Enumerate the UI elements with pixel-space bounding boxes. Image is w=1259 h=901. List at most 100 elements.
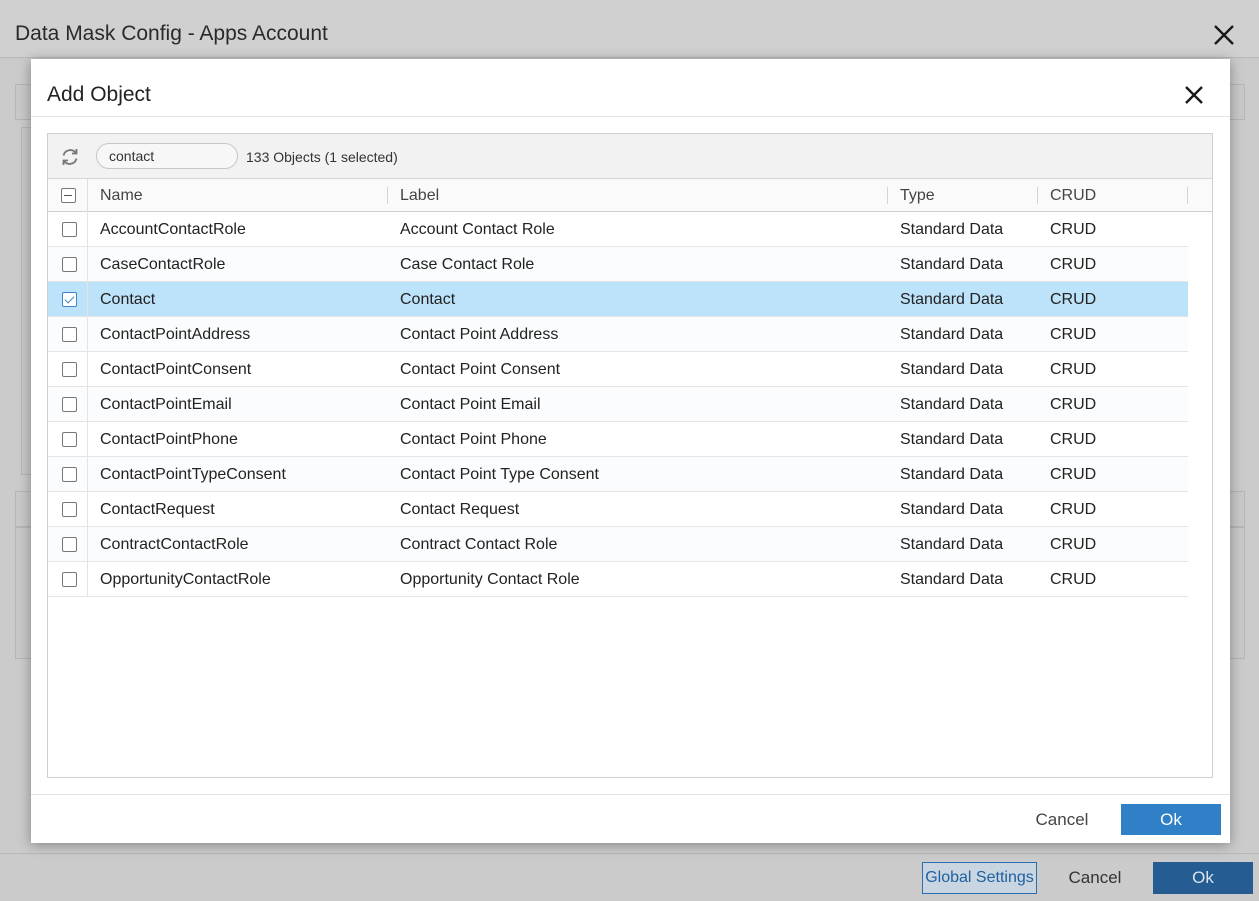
table-row[interactable]: ContactPointEmail Contact Point Email Stan… [48, 387, 1188, 422]
cell-label: Contract Contact Role [400, 536, 558, 553]
cell-type: Standard Data [900, 256, 1004, 273]
cell-divider [87, 352, 88, 386]
cell-label: Opportunity Contact Role [400, 571, 580, 588]
table-row[interactable]: ContactPointAddress Contact Point Address… [48, 317, 1188, 352]
table-row[interactable]: ContactRequest Contact Request Standard Da… [48, 492, 1188, 527]
cell-name: AccountContactRole [100, 221, 246, 238]
table-body: AccountContactRole Account Contact Role St… [48, 212, 1188, 597]
cell-name: ContactRequest [100, 501, 215, 518]
cell-crud: CRUD [1050, 221, 1097, 238]
dialog-header: Add Object [31, 59, 1230, 117]
cell-label: Contact Point Phone [400, 431, 547, 448]
cell-crud: CRUD [1050, 501, 1097, 518]
cell-divider [87, 212, 88, 246]
cell-type: Standard Data [900, 221, 1004, 238]
cell-crud: CRUD [1050, 431, 1097, 448]
add-object-dialog: Add Object 133 Objects (1 selected) Name… [31, 59, 1230, 843]
dialog-footer: Cancel Ok [31, 794, 1230, 843]
close-icon[interactable] [1182, 83, 1206, 107]
cell-name: ContactPointEmail [100, 396, 232, 413]
cell-type: Standard Data [900, 361, 1004, 378]
cell-label: Contact Point Email [400, 396, 541, 413]
column-divider[interactable] [887, 187, 888, 204]
row-checkbox[interactable] [62, 502, 77, 517]
cell-name: ContractContactRole [100, 536, 249, 553]
row-checkbox[interactable] [62, 362, 77, 377]
cell-divider [87, 317, 88, 351]
cell-name: ContactPointAddress [100, 326, 251, 343]
search-input[interactable] [96, 143, 238, 169]
cell-crud: CRUD [1050, 256, 1097, 273]
outer-ok-button[interactable]: Ok [1153, 862, 1253, 894]
cell-type: Standard Data [900, 466, 1004, 483]
cell-name: ContactPointTypeConsent [100, 466, 286, 483]
row-checkbox[interactable] [62, 572, 77, 587]
cell-divider [87, 387, 88, 421]
column-divider[interactable] [1037, 187, 1038, 204]
row-checkbox[interactable] [62, 292, 77, 307]
select-all-checkbox[interactable] [61, 188, 76, 203]
table-row[interactable]: AccountContactRole Account Contact Role St… [48, 212, 1188, 247]
ok-button[interactable]: Ok [1121, 804, 1221, 835]
outer-window-header: Data Mask Config - Apps Account [0, 0, 1259, 58]
column-divider[interactable] [387, 187, 388, 204]
cell-type: Standard Data [900, 326, 1004, 343]
cell-label: Contact [400, 291, 456, 308]
global-settings-button[interactable]: Global Settings [922, 862, 1037, 894]
cell-divider [87, 562, 88, 596]
cell-crud: CRUD [1050, 361, 1097, 378]
row-checkbox[interactable] [62, 327, 77, 342]
outer-cancel-button[interactable]: Cancel [1060, 862, 1130, 894]
cell-name: OpportunityContactRole [100, 571, 271, 588]
cell-crud: CRUD [1050, 396, 1097, 413]
cell-divider [87, 457, 88, 491]
object-count: 133 Objects (1 selected) [246, 149, 398, 165]
cell-divider [87, 247, 88, 281]
cell-crud: CRUD [1050, 291, 1097, 308]
cell-type: Standard Data [900, 536, 1004, 553]
row-checkbox[interactable] [62, 397, 77, 412]
cell-crud: CRUD [1050, 466, 1097, 483]
table-row[interactable]: ContactPointConsent Contact Point Consent… [48, 352, 1188, 387]
cell-label: Contact Point Consent [400, 361, 561, 378]
cell-crud: CRUD [1050, 571, 1097, 588]
table-row[interactable]: OpportunityContactRole Opportunity Contac… [48, 562, 1188, 597]
row-checkbox[interactable] [62, 257, 77, 272]
dialog-title: Add Object [47, 83, 151, 106]
outer-close-icon[interactable] [1211, 22, 1237, 48]
cell-label: Contact Point Type Consent [400, 466, 599, 483]
cell-divider [87, 282, 88, 316]
cell-crud: CRUD [1050, 536, 1097, 553]
table-row[interactable]: Contact Contact Standard Data CRUD [48, 282, 1188, 317]
cell-name: Contact [100, 291, 156, 308]
column-header-name[interactable]: Name [100, 179, 143, 212]
cell-label: Case Contact Role [400, 256, 535, 273]
cell-label: Contact Request [400, 501, 520, 518]
cell-divider [87, 492, 88, 526]
cell-label: Contact Point Address [400, 326, 559, 343]
column-divider[interactable] [1187, 187, 1188, 204]
cell-type: Standard Data [900, 501, 1004, 518]
column-divider [87, 179, 88, 212]
cell-divider [87, 527, 88, 561]
table-row[interactable]: ContactPointTypeConsent Contact Point Typ… [48, 457, 1188, 492]
table-row[interactable]: ContractContactRole Contract Contact Role… [48, 527, 1188, 562]
table-row[interactable]: ContactPointPhone Contact Point Phone Stan… [48, 422, 1188, 457]
row-checkbox[interactable] [62, 537, 77, 552]
column-header-type[interactable]: Type [900, 179, 935, 212]
cell-name: ContactPointPhone [100, 431, 238, 448]
column-header-crud[interactable]: CRUD [1050, 179, 1096, 212]
table-row[interactable]: CaseContactRole Case Contact Role Standard… [48, 247, 1188, 282]
cancel-button[interactable]: Cancel [1027, 804, 1097, 835]
cell-name: ContactPointConsent [100, 361, 252, 378]
cell-type: Standard Data [900, 431, 1004, 448]
refresh-icon[interactable] [59, 146, 81, 168]
row-checkbox[interactable] [62, 222, 77, 237]
row-checkbox[interactable] [62, 432, 77, 447]
cell-crud: CRUD [1050, 326, 1097, 343]
column-header-label[interactable]: Label [400, 179, 439, 212]
row-checkbox[interactable] [62, 467, 77, 482]
object-grid: 133 Objects (1 selected) Name Label Type… [47, 133, 1213, 778]
cell-type: Standard Data [900, 571, 1004, 588]
cell-type: Standard Data [900, 396, 1004, 413]
